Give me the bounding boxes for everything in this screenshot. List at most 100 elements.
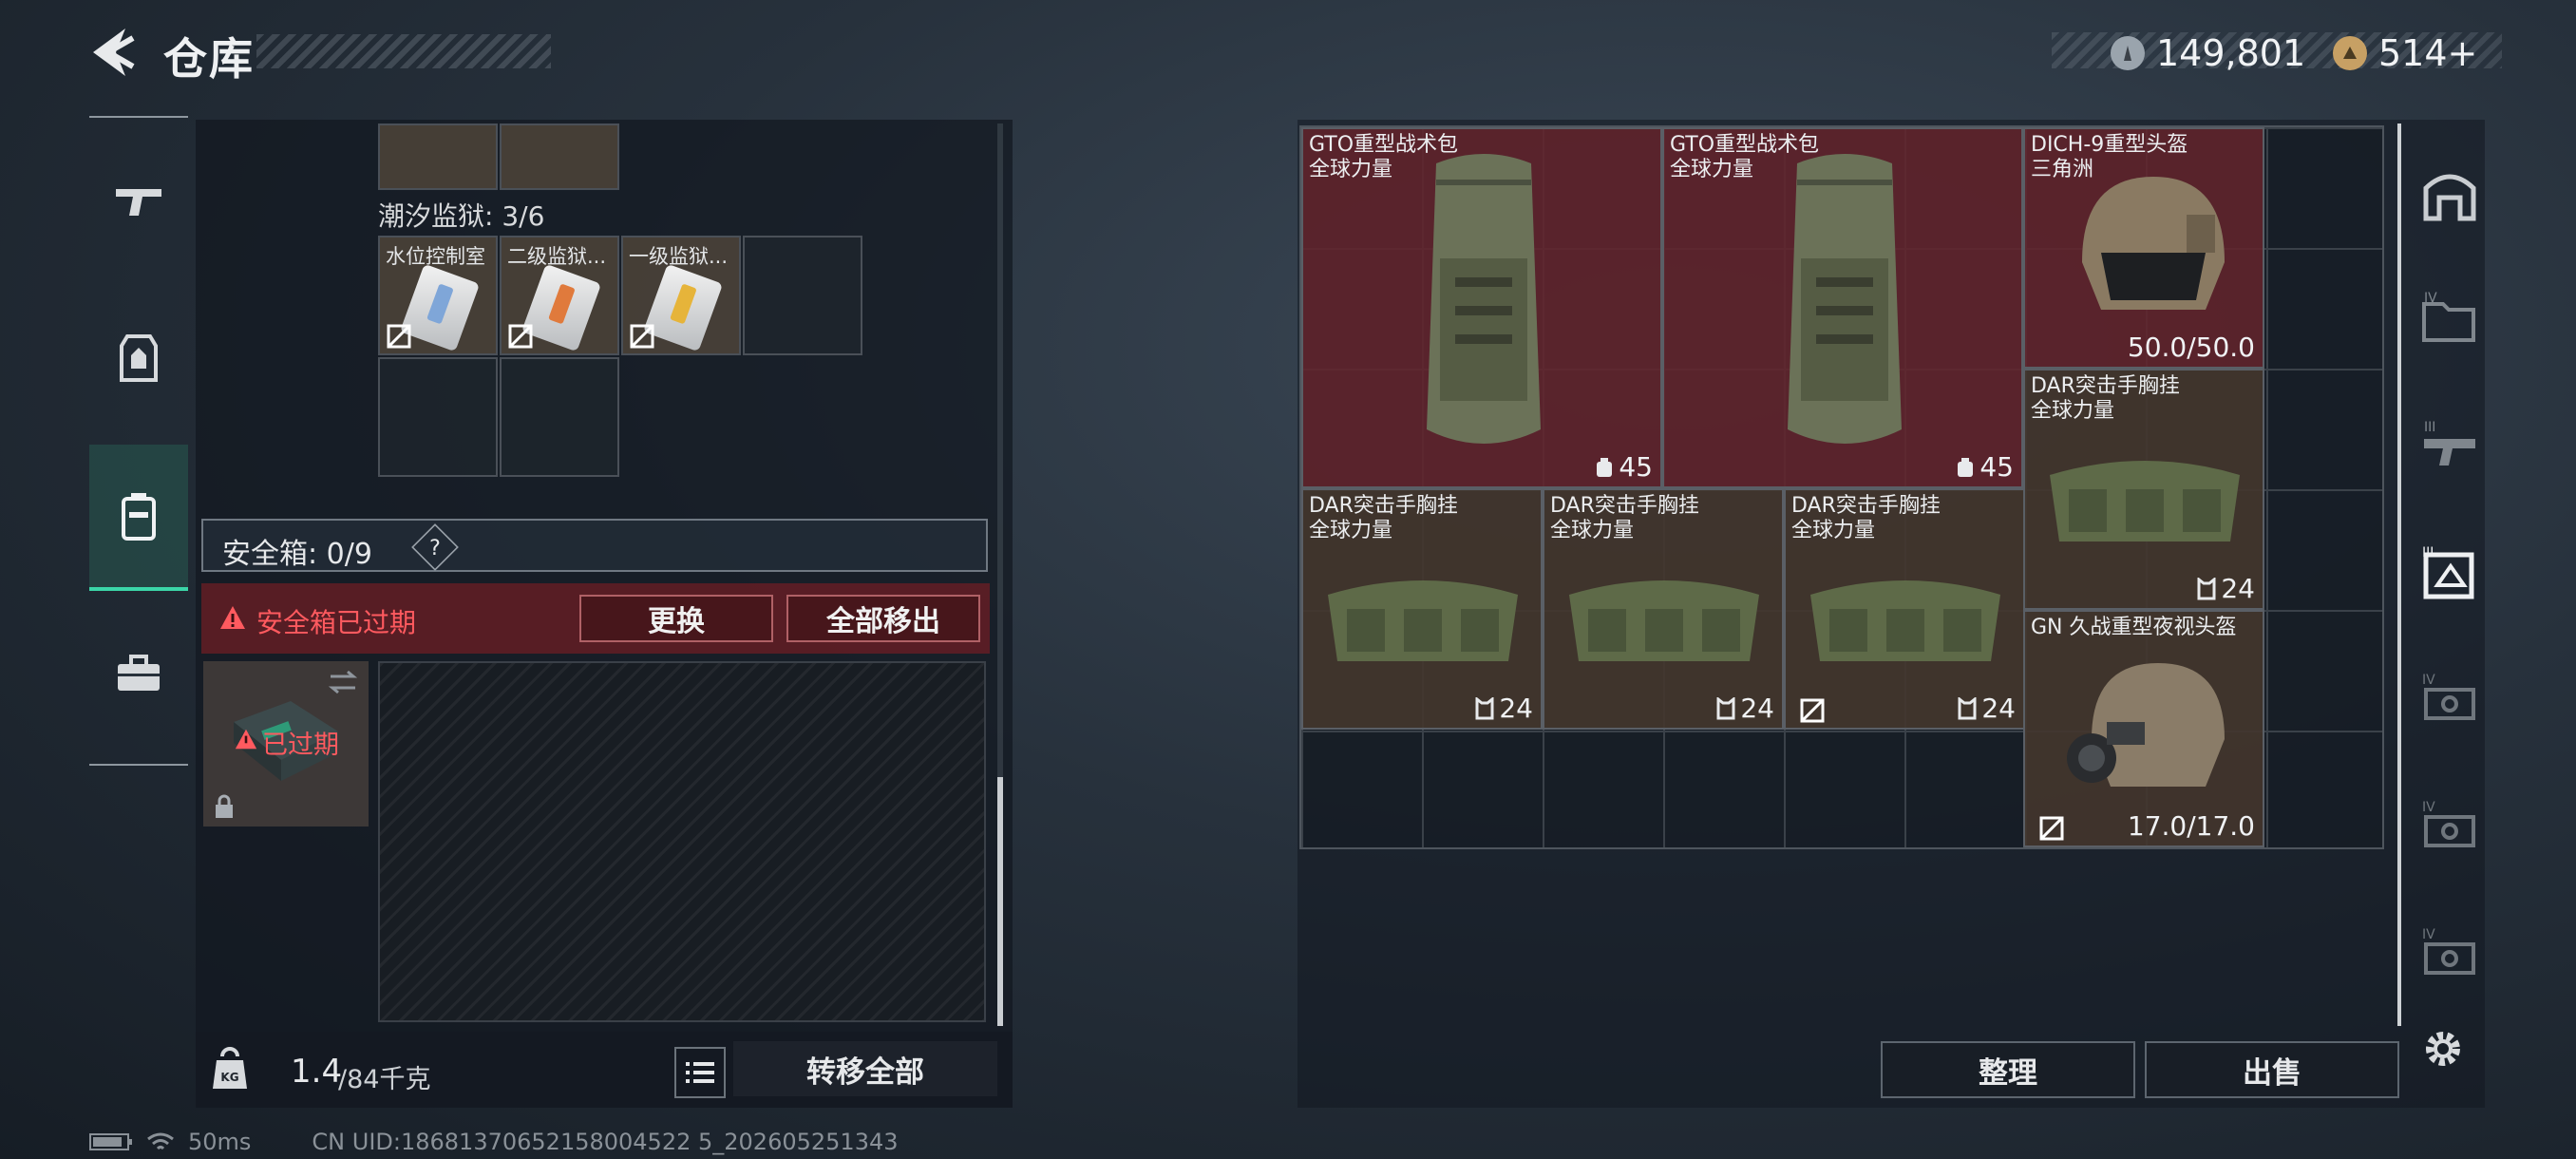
sort-button[interactable]: 整理 [1881,1041,2135,1098]
warning-icon [235,729,257,750]
keycard-slot[interactable]: 一级监狱... [621,236,741,355]
backpack-capacity-icon [1597,457,1613,477]
item-durability: 17.0/17.0 [2127,810,2255,842]
left-nav [89,116,188,766]
no-insure-icon [2039,816,2064,841]
home-arch-icon [2423,174,2476,221]
item-capacity: 45 [1594,451,1653,483]
no-insure-icon [1800,698,1825,723]
silver-amount: 149,801 [2156,32,2306,74]
stash-item-chest-rig[interactable]: DAR突击手胸挂 全球力量 24 [2023,369,2264,610]
prison-section-title: 潮汐监狱: 3/6 [378,200,545,232]
nav-backpack[interactable] [89,445,188,591]
nvg-helmet-item-icon [2067,663,2225,787]
stash-item-chest-rig[interactable]: DAR突击手胸挂 全球力量 24 [1543,488,1784,730]
stash-item-helmet[interactable]: DICH-9重型头盔 三角洲 50.0/50.0 [2023,127,2264,369]
stash-item-backpack[interactable]: GTO重型战术包 全球力量 45 [1662,127,2023,488]
empty-slot[interactable] [500,357,619,477]
help-icon-text: ? [429,534,441,560]
stash-item-backpack[interactable]: GTO重型战术包 全球力量 45 [1301,127,1662,488]
gold-currency[interactable]: 514+ [2333,32,2477,74]
expired-warning-bar: 安全箱已过期 更换 全部移出 [201,583,990,654]
stash-tab-rail: IV III III IV IV IV [2394,120,2485,1032]
keycard-label: 一级监狱... [629,245,729,268]
container-footer: KG 1.4 /84千克 转移全部 [196,1032,1013,1108]
item-name: DAR突击手胸挂 全球力量 [2031,374,2180,423]
stash-tab-6[interactable]: IV [2418,923,2481,986]
expired-label: 已过期 [262,731,339,760]
keycard-label: 二级监狱... [507,245,607,268]
chest-rig-capacity-icon [1716,696,1735,719]
page-title: 仓库 [163,33,255,85]
safe-box-header: 安全箱: 0/9 ? [201,519,988,572]
svg-text:IV: IV [2424,291,2437,306]
remove-all-button[interactable]: 全部移出 [786,595,980,642]
no-insure-icon [387,324,411,349]
chest-rig-capacity-icon [1958,696,1977,719]
sell-button[interactable]: 出售 [2145,1041,2399,1098]
empty-slot[interactable] [378,357,498,477]
gold-coin-icon [2333,36,2367,70]
safe-box-label: 安全箱: 0/9 [222,538,372,571]
weight-capacity: /84千克 [338,1065,431,1094]
swap-icon[interactable] [327,669,359,695]
svg-text:III: III [2422,545,2434,560]
item-capacity: 24 [1474,693,1533,724]
nav-weapons[interactable] [89,129,188,272]
transfer-all-button[interactable]: 转移全部 [733,1041,997,1096]
item-value: 45 [1979,451,2014,483]
help-icon[interactable]: ? [411,523,459,571]
stash-tab-1[interactable]: IV [2418,287,2481,350]
chest-rig-item-icon [1328,580,1518,661]
svg-text:IV: IV [2422,800,2435,815]
list-icon [686,1062,714,1083]
container-slot[interactable] [378,124,498,190]
silver-coin-icon [2111,36,2145,70]
silver-currency: 149,801 [2111,32,2305,74]
no-insure-icon [630,324,654,349]
item-value: 24 [1740,693,1774,724]
case-tab-icon: IV [2422,800,2475,847]
briefcase-icon [118,655,160,691]
stash-item-nvg-helmet[interactable]: GN 久战重型夜视头盔 17.0/17.0 [2023,610,2264,847]
safe-box-grid[interactable] [378,661,986,1022]
stash-item-chest-rig[interactable]: DAR突击手胸挂 全球力量 24 [1301,488,1543,730]
stash-item-chest-rig[interactable]: DAR突击手胸挂 全球力量 24 [1784,488,2025,730]
svg-text:IV: IV [2422,927,2435,942]
back-arrow-icon[interactable] [87,25,141,80]
item-value: 24 [1981,693,2016,724]
chest-rig-item-icon [1569,580,1759,661]
settings-button[interactable] [2420,1026,2466,1075]
empty-slot[interactable] [743,236,862,355]
no-insure-icon [508,324,533,349]
stash-tab-3-active[interactable]: III [2418,543,2481,606]
chest-rig-item-icon [1810,580,2000,661]
safe-case-slot[interactable]: 已过期 [203,661,369,826]
backpack-item-icon [1427,154,1541,444]
weight-current: 1.4 [291,1053,343,1091]
keycard-slot[interactable]: 水位控制室 [378,236,498,355]
replace-button[interactable]: 更换 [579,595,773,642]
chest-rig-capacity-icon [2197,577,2216,599]
title-decoration [256,34,551,68]
wifi-icon [147,1132,174,1150]
keycard-slot[interactable]: 二级监狱... [500,236,619,355]
stash-tab-4[interactable]: IV [2418,669,2481,732]
item-capacity: 24 [2196,573,2255,604]
chest-rig-capacity-icon [1475,696,1494,719]
item-name: DAR突击手胸挂 全球力量 [1791,494,1941,542]
chest-rig-item-icon [2050,461,2240,542]
nav-case[interactable] [89,602,188,745]
stash-tab-2[interactable]: III [2418,414,2481,477]
stash-tab-5[interactable]: IV [2418,796,2481,859]
nav-equipment[interactable] [89,287,188,429]
lock-icon [216,794,233,818]
backpack-icon [122,493,156,541]
weight-icon: KG [213,1047,247,1089]
gear-tab-icon: III [2422,545,2474,599]
stash-tab-home[interactable] [2418,163,2481,226]
list-view-button[interactable] [674,1047,726,1098]
container-slot[interactable] [500,124,619,190]
scrollbar-thumb[interactable] [997,777,1003,1026]
expired-warning-text: 安全箱已过期 [256,607,417,638]
